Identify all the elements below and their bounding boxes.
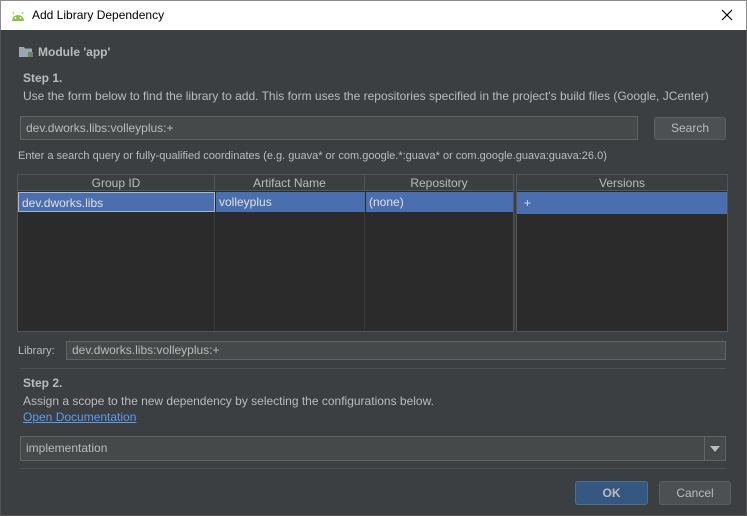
select-divider	[704, 437, 705, 460]
step1-heading: Step 1.	[23, 71, 63, 85]
column-header-group-id[interactable]: Group ID	[18, 175, 215, 191]
version-row[interactable]: +	[517, 192, 727, 214]
android-icon	[12, 11, 24, 21]
library-field[interactable]: dev.dworks.libs:volleyplus:+	[66, 341, 726, 360]
step2-heading: Step 2.	[23, 376, 63, 390]
library-label: Library:	[18, 345, 55, 357]
column-header-repository[interactable]: Repository	[365, 175, 513, 191]
search-button[interactable]: Search	[654, 117, 726, 140]
title-bar: Add Library Dependency	[0, 0, 747, 30]
results-table[interactable]: Group ID Artifact Name Repository dev.dw…	[17, 174, 514, 332]
column-divider	[364, 212, 365, 331]
window-title: Add Library Dependency	[32, 8, 165, 22]
step2-description: Assign a scope to the new dependency by …	[23, 394, 434, 408]
ok-button[interactable]: OK	[575, 481, 648, 505]
versions-table[interactable]: Versions +	[516, 174, 728, 332]
cell-version: +	[524, 196, 532, 210]
cell-repository: (none)	[365, 192, 513, 212]
table-row[interactable]: dev.dworks.libs volleyplus (none)	[18, 192, 513, 212]
step1-description: Use the form below to find the library t…	[23, 89, 709, 103]
cell-artifact-name: volleyplus	[215, 192, 365, 212]
module-label: Module 'app'	[38, 45, 111, 59]
chevron-down-icon[interactable]	[708, 444, 722, 454]
search-input[interactable]: dev.dworks.libs:volleyplus:+	[20, 116, 638, 140]
open-documentation-link[interactable]: Open Documentation	[23, 410, 136, 424]
column-header-artifact-name[interactable]: Artifact Name	[215, 175, 365, 191]
divider	[20, 368, 726, 369]
column-header-versions[interactable]: Versions	[517, 175, 727, 191]
cancel-button[interactable]: Cancel	[659, 481, 731, 505]
search-hint: Enter a search query or fully-qualified …	[18, 150, 607, 162]
module-folder-icon	[19, 47, 33, 57]
divider	[20, 468, 726, 469]
column-divider	[214, 212, 215, 331]
cell-group-id: dev.dworks.libs	[18, 192, 215, 212]
scope-select-value: implementation	[26, 441, 108, 455]
scope-select[interactable]: implementation	[20, 436, 726, 461]
close-icon[interactable]	[718, 6, 736, 24]
